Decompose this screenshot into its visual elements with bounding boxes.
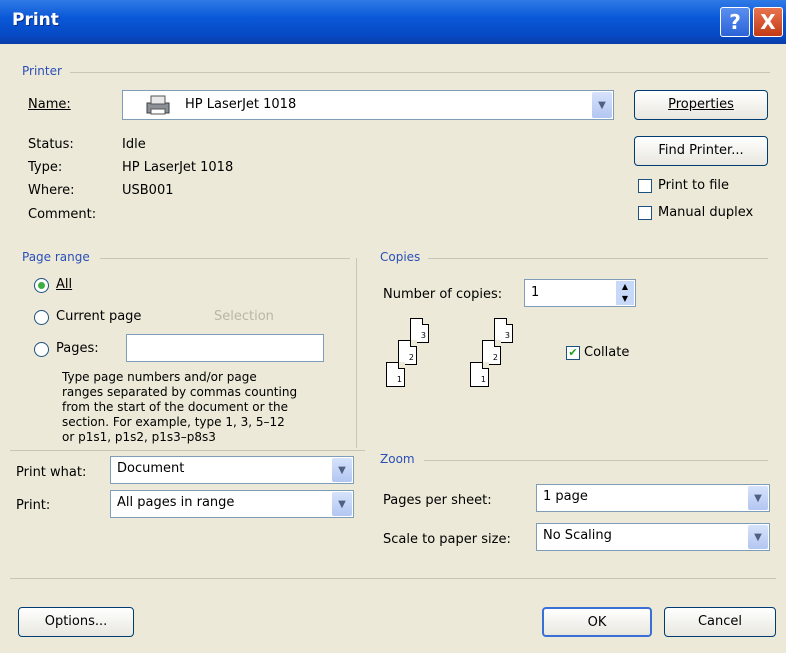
all-label[interactable]: All xyxy=(56,277,72,292)
collate-checkbox[interactable]: ✔ xyxy=(566,346,580,360)
chevron-down-icon[interactable]: ▼ xyxy=(332,492,352,516)
close-button[interactable]: X xyxy=(753,7,783,37)
close-icon: X xyxy=(760,10,776,34)
help-line: section. For example, type 1, 3, 5–12 xyxy=(62,415,285,429)
print-to-file-label[interactable]: Print to file xyxy=(658,178,729,193)
help-line: Type page numbers and/or page xyxy=(62,370,257,384)
printer-group-label: Printer xyxy=(22,64,62,78)
page-range-group-line xyxy=(100,258,350,259)
all-radio[interactable] xyxy=(34,278,49,293)
where-label: Where: xyxy=(28,183,75,198)
chevron-down-icon[interactable]: ▼ xyxy=(748,525,768,549)
printer-name-select[interactable]: HP LaserJet 1018 ▼ xyxy=(122,90,614,120)
properties-button-label: Properties xyxy=(668,97,734,112)
print-what-select[interactable]: Document ▼ xyxy=(110,456,354,484)
page-range-group-label: Page range xyxy=(22,250,90,264)
section-divider xyxy=(356,258,357,448)
collate-label[interactable]: Collate xyxy=(584,345,629,360)
print-label: Print: xyxy=(16,498,51,513)
pages-radio[interactable] xyxy=(34,342,49,357)
help-line: ranges separated by commas counting xyxy=(62,385,298,399)
title-bar: Print ? X xyxy=(0,0,786,44)
scale-to-paper-size-value: No Scaling xyxy=(543,528,612,543)
properties-button[interactable]: Properties xyxy=(634,90,768,120)
chevron-down-icon[interactable]: ▼ xyxy=(592,92,612,118)
print-to-file-checkbox[interactable] xyxy=(638,179,652,193)
pages-label[interactable]: Pages: xyxy=(56,341,99,356)
print-what-value: Document xyxy=(117,461,185,476)
print-dialog: Print ? X Printer Name: HP LaserJet 1018… xyxy=(0,0,786,653)
scale-to-paper-size-label: Scale to paper size: xyxy=(383,532,511,547)
chevron-down-icon[interactable]: ▼ xyxy=(332,458,352,482)
help-button[interactable]: ? xyxy=(720,7,750,37)
uncollated-pages-icon: 3 2 1 xyxy=(384,318,454,408)
help-icon: ? xyxy=(729,10,741,34)
comment-label: Comment: xyxy=(28,207,97,222)
window-title: Print xyxy=(12,10,59,30)
pages-per-sheet-value: 1 page xyxy=(543,489,588,504)
copies-value: 1 xyxy=(531,285,540,300)
ok-button[interactable]: OK xyxy=(542,607,652,637)
spinner-up-icon[interactable]: ▲ xyxy=(616,281,634,293)
pages-per-sheet-label: Pages per sheet: xyxy=(383,493,492,508)
help-line: from the start of the document or the xyxy=(62,400,289,414)
zoom-group-label: Zoom xyxy=(380,452,415,466)
number-of-copies-label: Number of copies: xyxy=(383,287,503,302)
options-button-label: Options... xyxy=(44,614,108,629)
type-value: HP LaserJet 1018 xyxy=(122,160,234,175)
find-printer-button[interactable]: Find Printer... xyxy=(634,136,768,166)
copies-spinner[interactable]: 1 ▲ ▼ xyxy=(524,279,636,307)
footer-line xyxy=(10,578,776,579)
printer-name-value: HP LaserJet 1018 xyxy=(185,97,297,112)
selection-label[interactable]: Selection xyxy=(214,309,274,324)
pages-input[interactable] xyxy=(126,334,324,362)
copies-group-label: Copies xyxy=(380,250,421,264)
page-icon: 1 xyxy=(470,362,489,387)
name-label: Name: xyxy=(28,97,71,112)
where-value: USB001 xyxy=(122,183,174,198)
help-line: or p1s1, p1s2, p1s3–p8s3 xyxy=(62,430,216,444)
print-what-top-line xyxy=(10,450,365,451)
printer-icon xyxy=(146,95,170,115)
manual-duplex-label[interactable]: Manual duplex xyxy=(658,205,753,220)
print-value: All pages in range xyxy=(117,495,235,510)
zoom-group-line xyxy=(424,460,768,461)
spinner-down-icon[interactable]: ▼ xyxy=(616,293,634,305)
status-label: Status: xyxy=(28,137,74,152)
checkmark-icon: ✔ xyxy=(568,346,578,359)
print-select[interactable]: All pages in range ▼ xyxy=(110,490,354,518)
manual-duplex-checkbox[interactable] xyxy=(638,206,652,220)
current-page-label[interactable]: Current page xyxy=(56,309,141,324)
page-range-help-text: Type page numbers and/or page ranges sep… xyxy=(62,370,297,445)
ok-button-label: OK xyxy=(587,615,607,630)
printer-group-line xyxy=(70,72,770,73)
pages-per-sheet-select[interactable]: 1 page ▼ xyxy=(536,484,770,512)
print-what-label: Print what: xyxy=(16,465,87,480)
cancel-button-label: Cancel xyxy=(697,614,743,629)
type-label: Type: xyxy=(28,160,63,175)
status-value: Idle xyxy=(122,137,146,152)
find-printer-button-label: Find Printer... xyxy=(658,143,744,158)
page-icon: 1 xyxy=(386,362,405,387)
chevron-down-icon[interactable]: ▼ xyxy=(748,486,768,510)
cancel-button[interactable]: Cancel xyxy=(664,607,776,637)
options-button[interactable]: Options... xyxy=(18,607,134,637)
scale-to-paper-size-select[interactable]: No Scaling ▼ xyxy=(536,523,770,551)
copies-group-line xyxy=(428,258,768,259)
current-page-radio[interactable] xyxy=(34,310,49,325)
collated-pages-icon: 3 2 1 xyxy=(468,318,538,408)
